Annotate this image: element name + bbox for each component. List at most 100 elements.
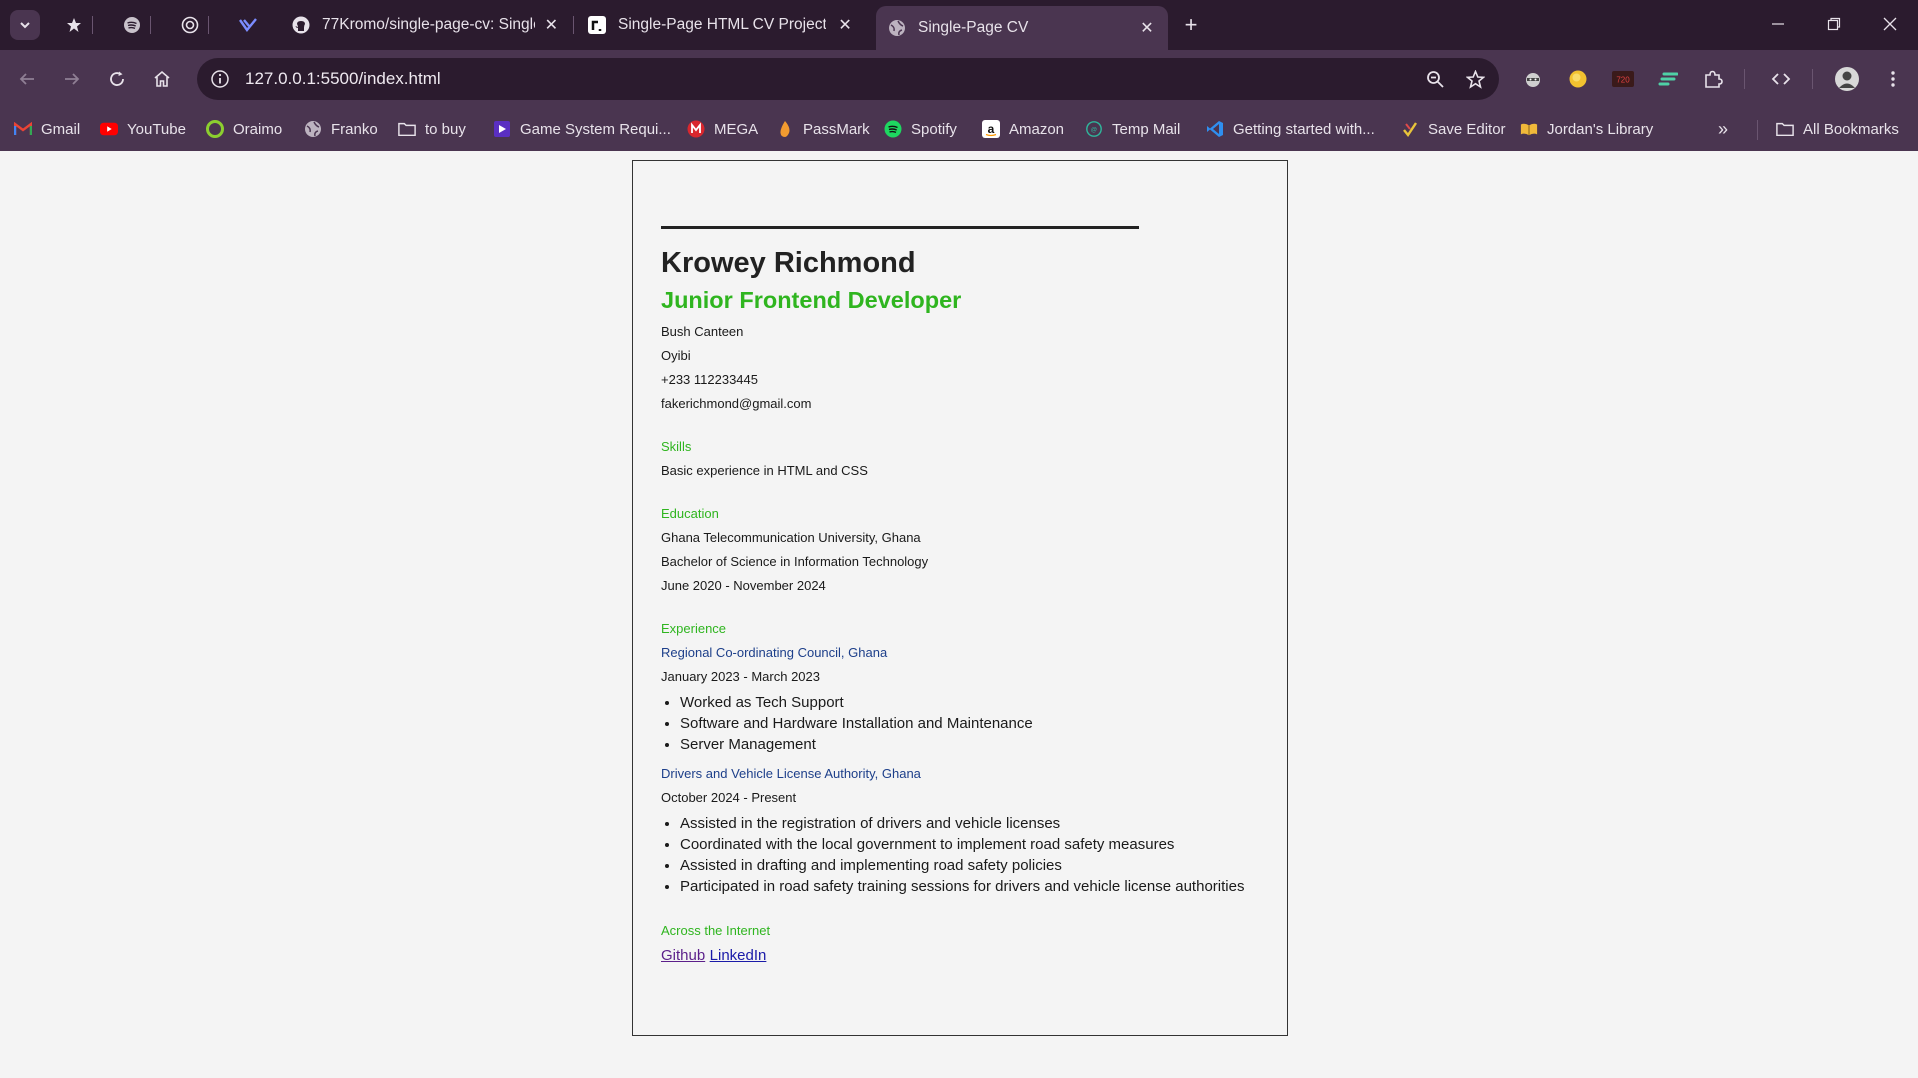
bookmark-youtube[interactable]: YouTube bbox=[100, 116, 186, 142]
tab-separator bbox=[208, 16, 209, 34]
extension-coin[interactable] bbox=[1563, 64, 1593, 94]
tab-title: 77Kromo/single-page-cv: Single-Page HTML… bbox=[322, 16, 535, 33]
job-org: Drivers and Vehicle License Authority, G… bbox=[661, 766, 921, 781]
forward-button[interactable] bbox=[57, 64, 87, 94]
bookmark-amazon[interactable]: a Amazon bbox=[982, 116, 1064, 142]
new-tab-button[interactable]: + bbox=[1178, 12, 1204, 38]
bookmark-temp-mail[interactable]: @ Temp Mail bbox=[1085, 116, 1180, 142]
tab-roadmap-project[interactable]: Single-Page HTML CV Project ✕ bbox=[576, 6, 866, 44]
bookmark-passmark[interactable]: PassMark bbox=[776, 116, 870, 142]
github-link[interactable]: Github bbox=[661, 947, 705, 964]
bookmark-spotify[interactable]: Spotify bbox=[884, 116, 957, 142]
extension-raccoon[interactable] bbox=[1518, 64, 1548, 94]
bookmark-label: Oraimo bbox=[233, 120, 283, 138]
social-links: Github LinkedIn bbox=[661, 943, 1261, 969]
list-item: Coordinated with the local government to… bbox=[680, 834, 1261, 855]
stripes-icon bbox=[1658, 72, 1678, 86]
menu-button[interactable] bbox=[1878, 64, 1908, 94]
pinned-tab-bookmark[interactable] bbox=[59, 10, 89, 40]
tab-github-repo[interactable]: 77Kromo/single-page-cv: Single-Page HTML… bbox=[280, 6, 570, 44]
bookmark-franko[interactable]: Franko bbox=[304, 116, 378, 142]
extensions-button[interactable] bbox=[1698, 64, 1728, 94]
bookmark-label: Save Editor bbox=[1428, 120, 1506, 138]
list-item: Assisted in drafting and implementing ro… bbox=[680, 855, 1261, 876]
all-bookmarks-button[interactable]: All Bookmarks bbox=[1776, 116, 1899, 142]
bookmark-label: MEGA bbox=[714, 120, 759, 138]
contact-address-line1: Bush Canteen bbox=[661, 324, 744, 339]
bookmark-mega[interactable]: MEGA bbox=[687, 116, 758, 142]
url-text[interactable]: 127.0.0.1:5500/index.html bbox=[245, 69, 1419, 89]
resolution-720-icon: 720 bbox=[1612, 71, 1634, 87]
profile-button[interactable] bbox=[1832, 64, 1862, 94]
kebab-menu-icon bbox=[1891, 71, 1895, 87]
bookmark-oraimo[interactable]: Oraimo bbox=[206, 116, 282, 142]
tab-separator bbox=[150, 16, 151, 34]
education-degree: Bachelor of Science in Information Techn… bbox=[661, 554, 929, 569]
openai-icon bbox=[181, 16, 199, 34]
bookmark-jordans-library[interactable]: Jordan's Library bbox=[1520, 116, 1653, 142]
restore-icon bbox=[1827, 17, 1841, 31]
job-dates: October 2024 - Present bbox=[661, 790, 797, 805]
close-icon[interactable]: ✕ bbox=[836, 16, 854, 34]
minimize-button[interactable] bbox=[1758, 8, 1798, 40]
extension-resolution[interactable]: 720 bbox=[1608, 64, 1638, 94]
bookmark-vscode[interactable]: Getting started with... bbox=[1206, 116, 1375, 142]
restore-button[interactable] bbox=[1814, 8, 1854, 40]
education-school: Ghana Telecommunication University, Ghan… bbox=[661, 530, 921, 545]
skills-heading: Skills bbox=[661, 439, 692, 454]
home-button[interactable] bbox=[147, 64, 177, 94]
zoom-icon[interactable] bbox=[1419, 63, 1451, 95]
bookmark-label: All Bookmarks bbox=[1803, 120, 1899, 138]
double-chevron-right-icon: » bbox=[1718, 118, 1729, 139]
education-heading: Education bbox=[661, 506, 719, 521]
bookmark-label: Jordan's Library bbox=[1547, 120, 1654, 138]
bookmark-save-editor[interactable]: Save Editor bbox=[1401, 116, 1506, 142]
close-icon bbox=[1883, 17, 1897, 31]
list-item: Worked as Tech Support bbox=[680, 692, 1261, 713]
more-bookmarks-button[interactable]: » bbox=[1718, 116, 1728, 142]
puzzle-icon bbox=[1705, 70, 1723, 88]
globe-icon bbox=[304, 120, 322, 138]
tab-single-page-cv[interactable]: Single-Page CV ✕ bbox=[876, 6, 1168, 50]
close-icon[interactable]: ✕ bbox=[1138, 19, 1156, 37]
linkedin-link[interactable]: LinkedIn bbox=[710, 947, 767, 964]
spotify-icon bbox=[124, 17, 140, 33]
toolbar-separator bbox=[1744, 69, 1745, 89]
bookmark-separator bbox=[1757, 120, 1758, 140]
tab-search-button[interactable] bbox=[10, 10, 40, 40]
pinned-tab-chatgpt[interactable] bbox=[175, 10, 205, 40]
reload-icon bbox=[110, 71, 124, 86]
address-bar[interactable]: 127.0.0.1:5500/index.html bbox=[197, 58, 1499, 100]
save-editor-icon bbox=[1401, 120, 1419, 138]
passmark-icon bbox=[776, 120, 794, 138]
pinned-tab-spotify[interactable] bbox=[117, 10, 147, 40]
pinned-tab-app[interactable] bbox=[233, 10, 263, 40]
site-info-icon[interactable] bbox=[207, 66, 233, 92]
home-icon bbox=[154, 70, 170, 87]
list-item: Software and Hardware Installation and M… bbox=[680, 713, 1261, 734]
education-dates: June 2020 - November 2024 bbox=[661, 578, 826, 593]
amazon-icon: a bbox=[982, 120, 1000, 138]
reload-button[interactable] bbox=[102, 64, 132, 94]
close-icon[interactable]: ✕ bbox=[545, 16, 558, 34]
arrow-right-icon bbox=[65, 73, 80, 85]
bookmark-folder-to-buy[interactable]: to buy bbox=[398, 116, 466, 142]
cv-name: Krowey Richmond bbox=[661, 247, 916, 279]
close-window-button[interactable] bbox=[1870, 8, 1910, 40]
bookmark-star-icon[interactable] bbox=[1459, 63, 1491, 95]
bookmark-label: to buy bbox=[425, 120, 466, 138]
avatar-icon bbox=[1835, 67, 1859, 91]
chevron-down-icon bbox=[20, 22, 30, 29]
extension-stripes[interactable] bbox=[1653, 64, 1683, 94]
bookmark-game-system[interactable]: Game System Requi... bbox=[493, 116, 671, 142]
navigation-toolbar: 127.0.0.1:5500/index.html 720 bbox=[0, 50, 1918, 108]
bookmark-label: PassMark bbox=[803, 120, 870, 138]
browser-chrome: 77Kromo/single-page-cv: Single-Page HTML… bbox=[0, 0, 1918, 151]
back-button[interactable] bbox=[12, 64, 42, 94]
folder-icon bbox=[1776, 120, 1794, 138]
bookmark-gmail[interactable]: Gmail bbox=[14, 116, 80, 142]
coin-icon bbox=[1569, 70, 1587, 88]
bookmark-label: YouTube bbox=[127, 120, 186, 138]
devtools-button[interactable] bbox=[1766, 64, 1796, 94]
github-icon bbox=[292, 16, 310, 34]
